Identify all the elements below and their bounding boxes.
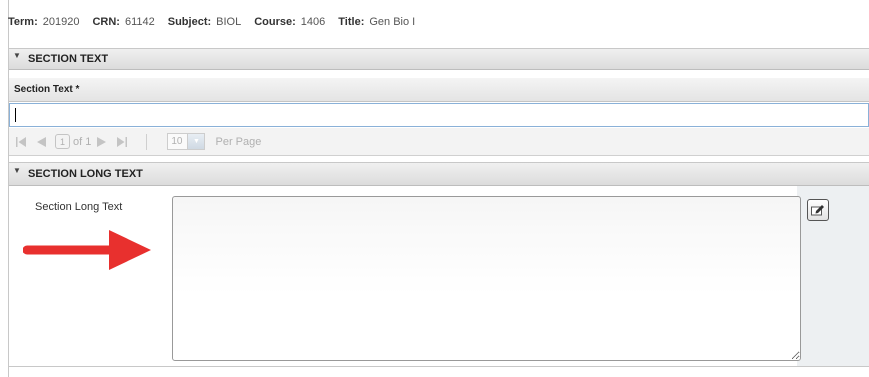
per-page-label: Per Page (215, 135, 262, 148)
per-page-value: 10 (171, 136, 183, 147)
page-number[interactable]: 1 (55, 134, 70, 149)
section-text-column-label: Section Text * (14, 84, 80, 95)
edit-pencil-icon[interactable] (807, 199, 829, 221)
page-of-text: of 1 (73, 135, 92, 148)
course-value: 1406 (300, 16, 326, 28)
section-long-text-label: Section Long Text (35, 201, 123, 213)
text-caret (15, 108, 16, 122)
section-long-text-panel: Section Long Text (9, 186, 869, 367)
per-page-select[interactable]: 10 ▼ (167, 133, 206, 150)
section-long-text-header[interactable]: ▼ SECTION LONG TEXT (9, 162, 869, 186)
section-text-heading: SECTION TEXT (28, 53, 109, 65)
section-text-row[interactable] (9, 103, 869, 127)
title-value: Gen Bio I (369, 16, 416, 28)
section-text-header[interactable]: ▼ SECTION TEXT (9, 48, 869, 70)
course-label: Course: (254, 16, 296, 28)
section-text-column-header[interactable]: Section Text * (9, 78, 869, 102)
next-page-icon[interactable] (96, 136, 107, 148)
red-arrow-icon (23, 230, 151, 270)
term-value: 201920 (42, 16, 80, 28)
title-label: Title: (338, 16, 365, 28)
key-block: Term: 201920 CRN: 61142 Subject: BIOL Co… (8, 8, 428, 36)
pager: 1 of 1 10 ▼ Per Page (9, 128, 869, 156)
last-page-icon[interactable] (116, 136, 128, 148)
term-label: Term: (8, 16, 38, 28)
collapse-triangle-icon[interactable]: ▼ (10, 52, 24, 66)
crn-label: CRN: (92, 16, 120, 28)
section-long-text-heading: SECTION LONG TEXT (28, 168, 143, 180)
prev-page-icon[interactable] (36, 136, 47, 148)
crn-value: 61142 (124, 16, 155, 28)
subject-label: Subject: (167, 16, 212, 28)
chevron-down-icon[interactable]: ▼ (187, 134, 205, 149)
pager-separator (146, 133, 148, 150)
section-long-text-textarea[interactable] (172, 196, 801, 361)
first-page-icon[interactable] (15, 136, 27, 148)
section-text-input[interactable] (10, 104, 868, 126)
collapse-triangle-icon[interactable]: ▼ (10, 167, 24, 181)
subject-value: BIOL (216, 16, 242, 28)
